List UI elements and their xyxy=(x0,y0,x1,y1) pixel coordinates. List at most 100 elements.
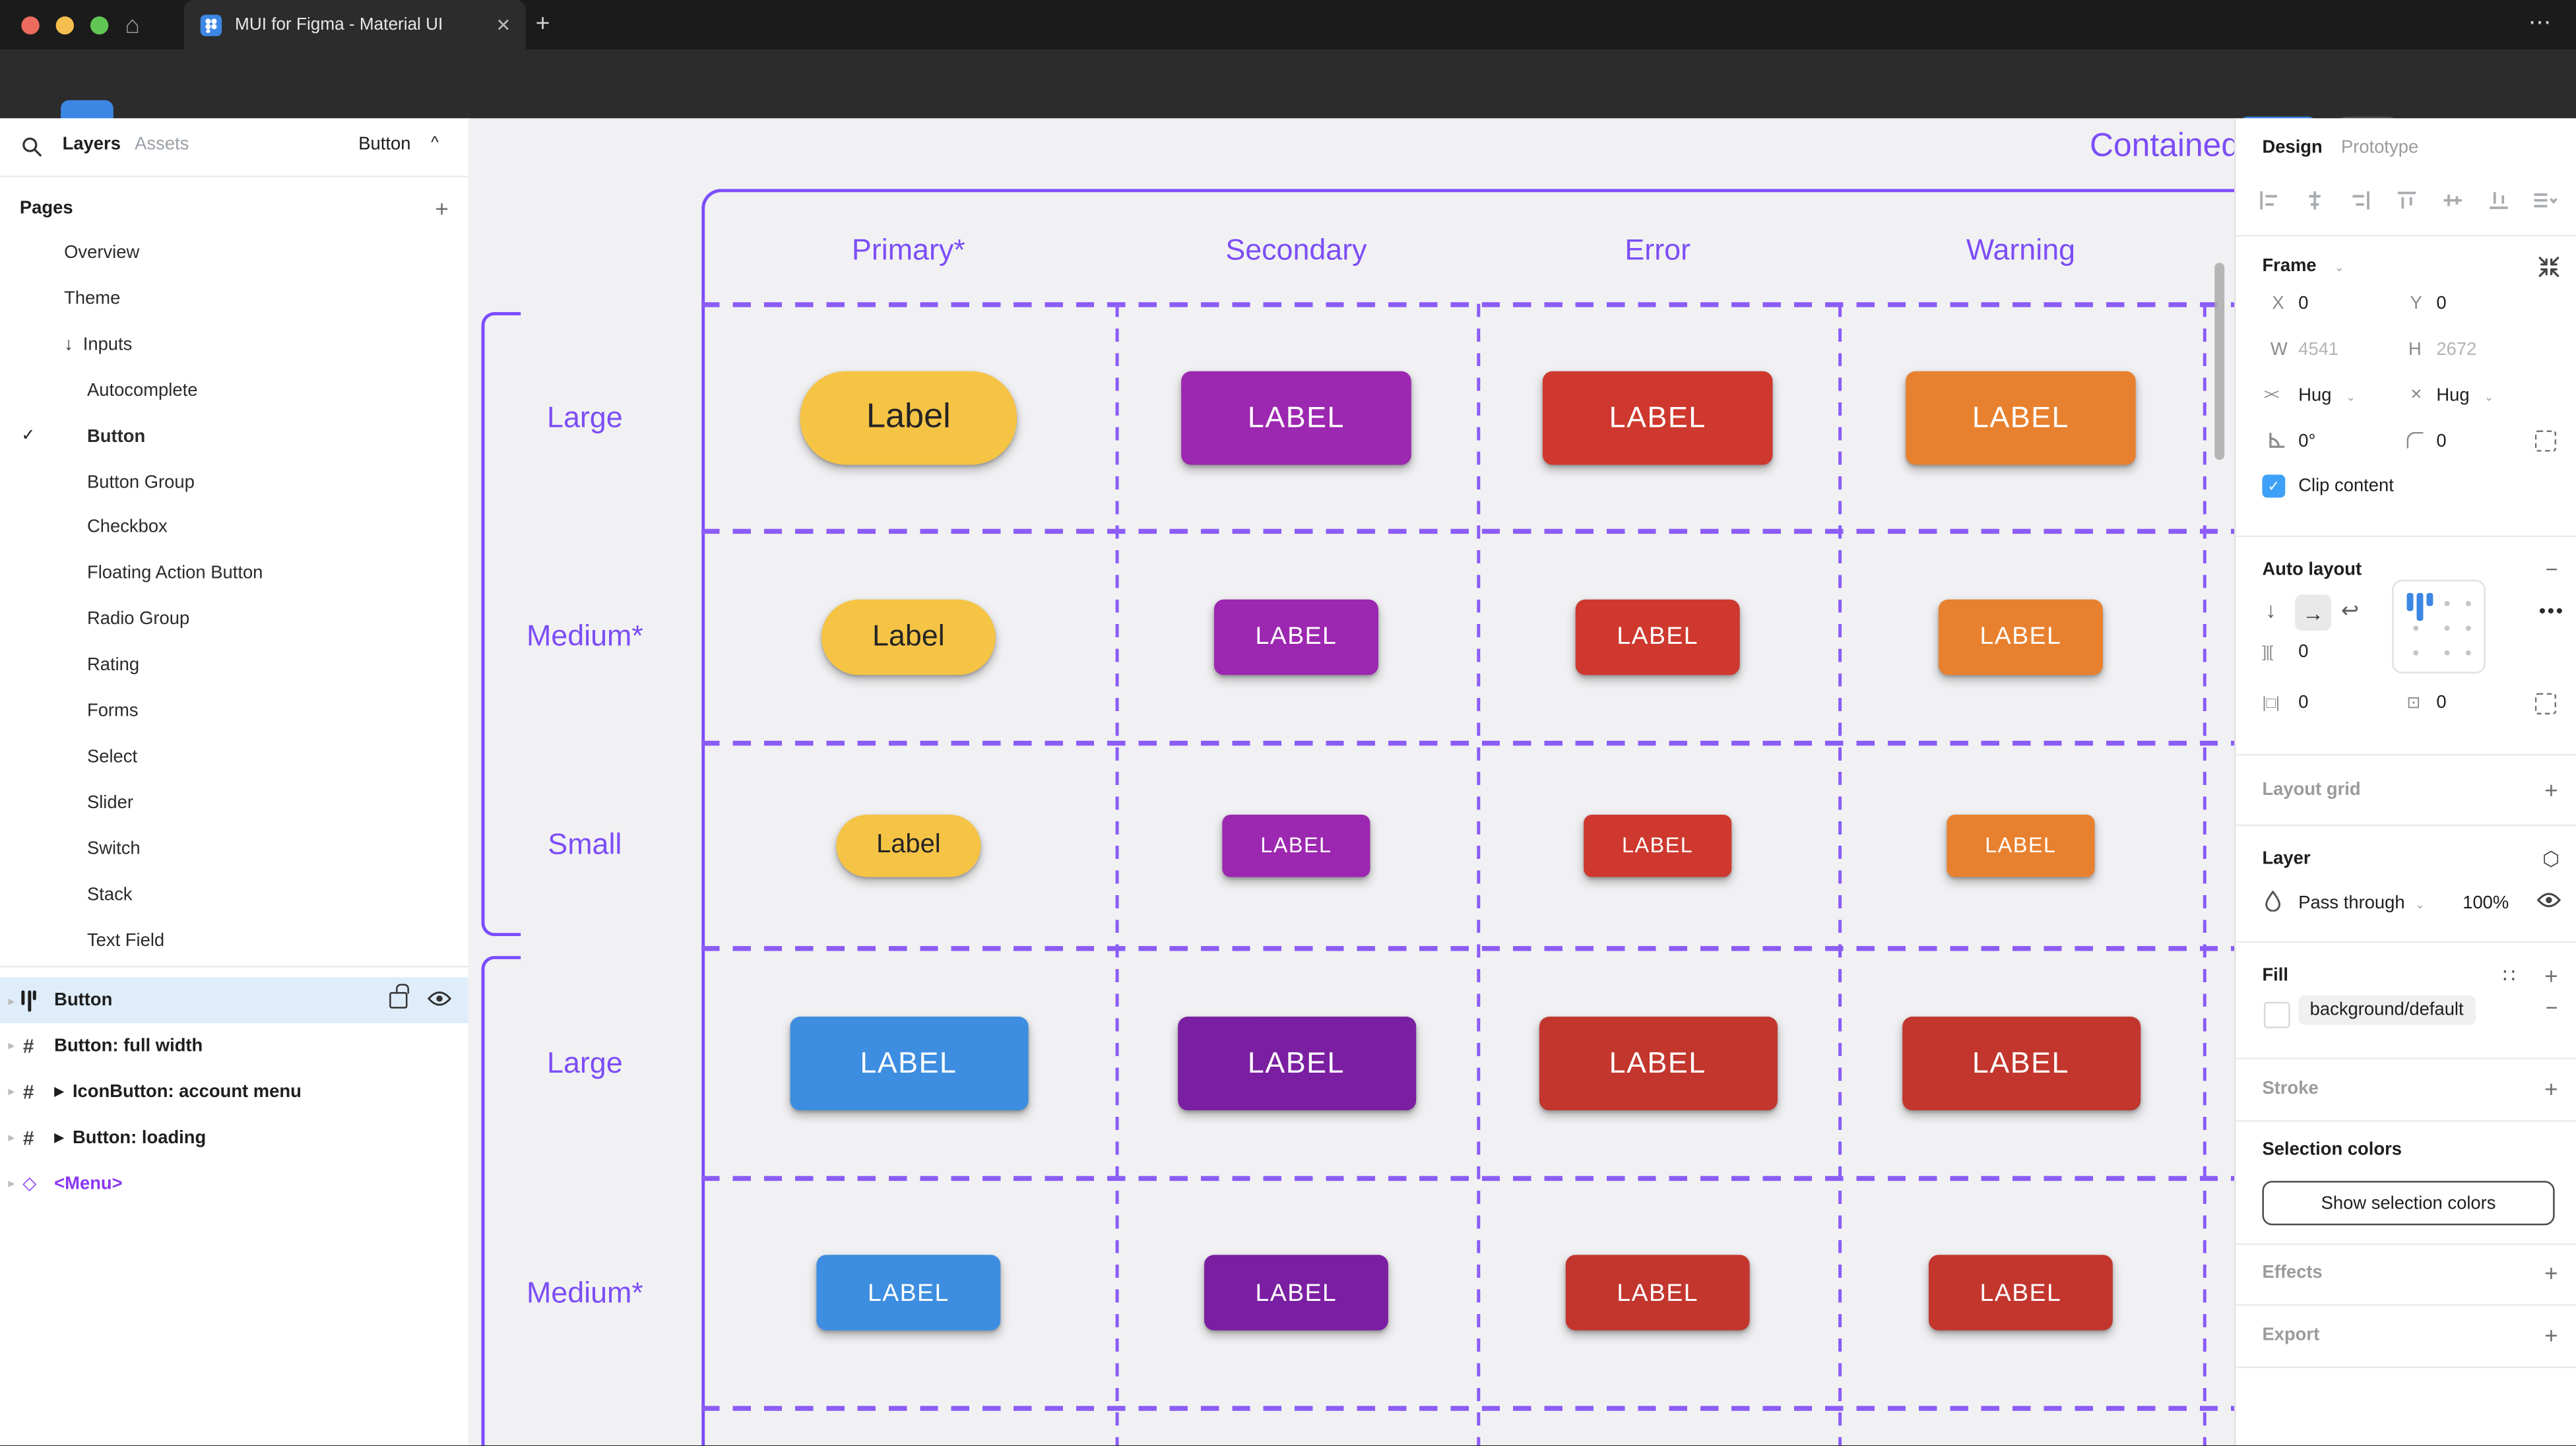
add-layout-grid-button[interactable]: + xyxy=(2544,777,2558,803)
add-stroke-button[interactable]: + xyxy=(2544,1076,2558,1102)
expand-chevron-icon[interactable]: ▸ xyxy=(0,993,23,1007)
row-label-medium[interactable]: Medium* xyxy=(468,1178,702,1408)
page-item-text-field[interactable]: Text Field xyxy=(0,918,468,964)
align-bottom-icon[interactable] xyxy=(2486,187,2512,214)
fill-style-name[interactable]: background/default xyxy=(2298,995,2475,1025)
canvas-button-error-medium[interactable]: LABEL xyxy=(1576,599,1740,675)
page-item-switch[interactable]: Switch xyxy=(0,826,468,872)
clip-content-checkbox[interactable]: ✓ xyxy=(2262,475,2285,498)
canvas-button-secondary-medium[interactable]: LABEL xyxy=(1204,1255,1388,1331)
opacity-value[interactable]: 100% xyxy=(2463,893,2509,913)
window-zoom-button[interactable] xyxy=(90,16,108,34)
search-icon[interactable] xyxy=(21,137,42,166)
distribute-more-icon[interactable] xyxy=(2532,187,2558,214)
fill-styles-icon[interactable]: ∷ xyxy=(2503,964,2515,988)
page-item-select[interactable]: Select xyxy=(0,734,468,780)
canvas-button-secondary-medium[interactable]: LABEL xyxy=(1214,599,1378,675)
selection-breadcrumb[interactable]: Button xyxy=(358,135,410,154)
layer-row--menu-[interactable]: ▸◇<Menu> xyxy=(0,1160,468,1207)
rotation-value[interactable]: 0° xyxy=(2298,432,2315,452)
tab-close-icon[interactable]: ✕ xyxy=(496,14,511,35)
column-header-primary[interactable]: Primary* xyxy=(701,230,1115,270)
column-header-error[interactable]: Error xyxy=(1477,230,1838,270)
home-icon[interactable]: ⌂ xyxy=(125,11,140,39)
canvas-button-primary-medium[interactable]: Label xyxy=(821,599,996,675)
page-item-forms[interactable]: Forms xyxy=(0,688,468,734)
row-label-medium[interactable]: Medium* xyxy=(468,530,702,742)
vertical-padding-value[interactable]: 0 xyxy=(2436,693,2446,713)
window-close-button[interactable] xyxy=(21,16,39,34)
tab-prototype[interactable]: Prototype xyxy=(2341,138,2418,158)
canvas-button-warning-large[interactable]: LABEL xyxy=(1906,370,2136,464)
new-tab-button[interactable]: + xyxy=(536,10,550,38)
expand-chevron-icon[interactable]: ▸ xyxy=(0,1130,23,1145)
page-item-checkbox[interactable]: Checkbox xyxy=(0,505,468,551)
tab-design[interactable]: Design xyxy=(2262,138,2322,158)
x-value[interactable]: 0 xyxy=(2298,294,2308,314)
layer-row-button-loading[interactable]: ▸#▶Button: loading xyxy=(0,1115,468,1161)
h-value[interactable]: 2672 xyxy=(2436,340,2476,360)
window-minimize-button[interactable] xyxy=(56,16,74,34)
canvas-button-primary-medium[interactable]: LABEL xyxy=(816,1255,1000,1331)
hug-vertical-value[interactable]: Hug xyxy=(2436,386,2469,406)
independent-padding-icon[interactable] xyxy=(2535,693,2556,714)
page-item-rating[interactable]: Rating xyxy=(0,643,468,689)
alignment-matrix[interactable] xyxy=(2392,580,2486,674)
page-item-button[interactable]: ✓Button xyxy=(0,413,468,459)
auto-layout-more-icon[interactable]: ••• xyxy=(2539,600,2565,623)
canvas-button-warning-medium[interactable]: LABEL xyxy=(1939,599,2103,675)
blend-mode-icon[interactable]: ⬡ xyxy=(2542,848,2560,871)
play-triangle-icon[interactable]: ▶ xyxy=(54,1130,64,1145)
play-triangle-icon[interactable]: ▶ xyxy=(54,1084,64,1099)
remove-fill-button[interactable]: − xyxy=(2546,995,2558,1020)
horizontal-padding-value[interactable]: 0 xyxy=(2298,693,2308,713)
canvas-button-primary-large[interactable]: Label xyxy=(800,370,1017,464)
canvas-button-secondary-small[interactable]: LABEL xyxy=(1222,814,1370,877)
blend-mode-value[interactable]: Pass through xyxy=(2298,893,2404,913)
align-right-icon[interactable] xyxy=(2348,187,2374,214)
canvas-button-secondary-large[interactable]: LABEL xyxy=(1177,1016,1415,1110)
row-label-large[interactable]: Large xyxy=(468,304,702,531)
column-header-secondary[interactable]: Secondary xyxy=(1116,230,1477,270)
remove-auto-layout-button[interactable]: − xyxy=(2546,557,2558,581)
canvas-scrollbar[interactable] xyxy=(2214,263,2224,460)
layer-row-button-full-width[interactable]: ▸#Button: full width xyxy=(0,1023,468,1069)
hug-horizontal-value[interactable]: Hug xyxy=(2298,386,2331,406)
independent-corners-icon[interactable] xyxy=(2535,430,2556,451)
canvas-button-warning-small[interactable]: LABEL xyxy=(1947,814,2094,877)
frame-section-header[interactable]: Frame xyxy=(2262,256,2316,276)
collapse-frame-icon[interactable] xyxy=(2538,256,2560,282)
show-selection-colors-button[interactable]: Show selection colors xyxy=(2262,1181,2554,1225)
column-header-warning[interactable]: Warning xyxy=(1838,230,2203,270)
canvas[interactable]: Contained Primary*SecondaryErrorWarning … xyxy=(468,118,2235,1445)
canvas-button-secondary-large[interactable]: LABEL xyxy=(1181,370,1411,464)
add-export-button[interactable]: + xyxy=(2544,1322,2558,1348)
corner-radius-value[interactable]: 0 xyxy=(2436,432,2446,452)
chevron-down-icon[interactable]: ⌄ xyxy=(2334,261,2344,274)
row-label-large[interactable]: Large xyxy=(468,948,702,1178)
layout-vertical-icon[interactable]: ↓ xyxy=(2265,598,2276,622)
layout-horizontal-icon[interactable]: → xyxy=(2295,594,2331,631)
eye-icon[interactable] xyxy=(427,990,451,1011)
canvas-button-error-small[interactable]: LABEL xyxy=(1584,814,1731,877)
canvas-button-primary-large[interactable]: LABEL xyxy=(789,1016,1027,1110)
fill-color-swatch[interactable] xyxy=(2264,1002,2290,1028)
page-item-inputs[interactable]: ↓Inputs xyxy=(0,321,468,367)
expand-chevron-icon[interactable]: ▸ xyxy=(0,1039,23,1053)
canvas-button-warning-large[interactable]: LABEL xyxy=(1902,1016,2140,1110)
add-fill-button[interactable]: + xyxy=(2544,962,2558,989)
layer-row-iconbutton-account-menu[interactable]: ▸#▶IconButton: account menu xyxy=(0,1069,468,1115)
row-label-small[interactable]: Small xyxy=(468,742,702,947)
page-item-button-group[interactable]: Button Group xyxy=(0,459,468,505)
tab-assets[interactable]: Assets xyxy=(135,135,189,154)
document-tab[interactable]: MUI for Figma - Material UI ✕ xyxy=(184,0,526,49)
layer-row-button[interactable]: ▸Button xyxy=(0,977,468,1023)
page-item-theme[interactable]: Theme xyxy=(0,276,468,322)
lock-open-icon[interactable] xyxy=(389,992,407,1009)
align-left-icon[interactable] xyxy=(2255,187,2282,214)
page-item-floating-action-button[interactable]: Floating Action Button xyxy=(0,551,468,597)
expand-chevron-icon[interactable]: ▸ xyxy=(0,1176,23,1191)
align-top-icon[interactable] xyxy=(2394,187,2420,214)
layout-wrap-icon[interactable]: ↩ xyxy=(2341,598,2359,624)
align-vertical-center-icon[interactable] xyxy=(2439,187,2466,214)
